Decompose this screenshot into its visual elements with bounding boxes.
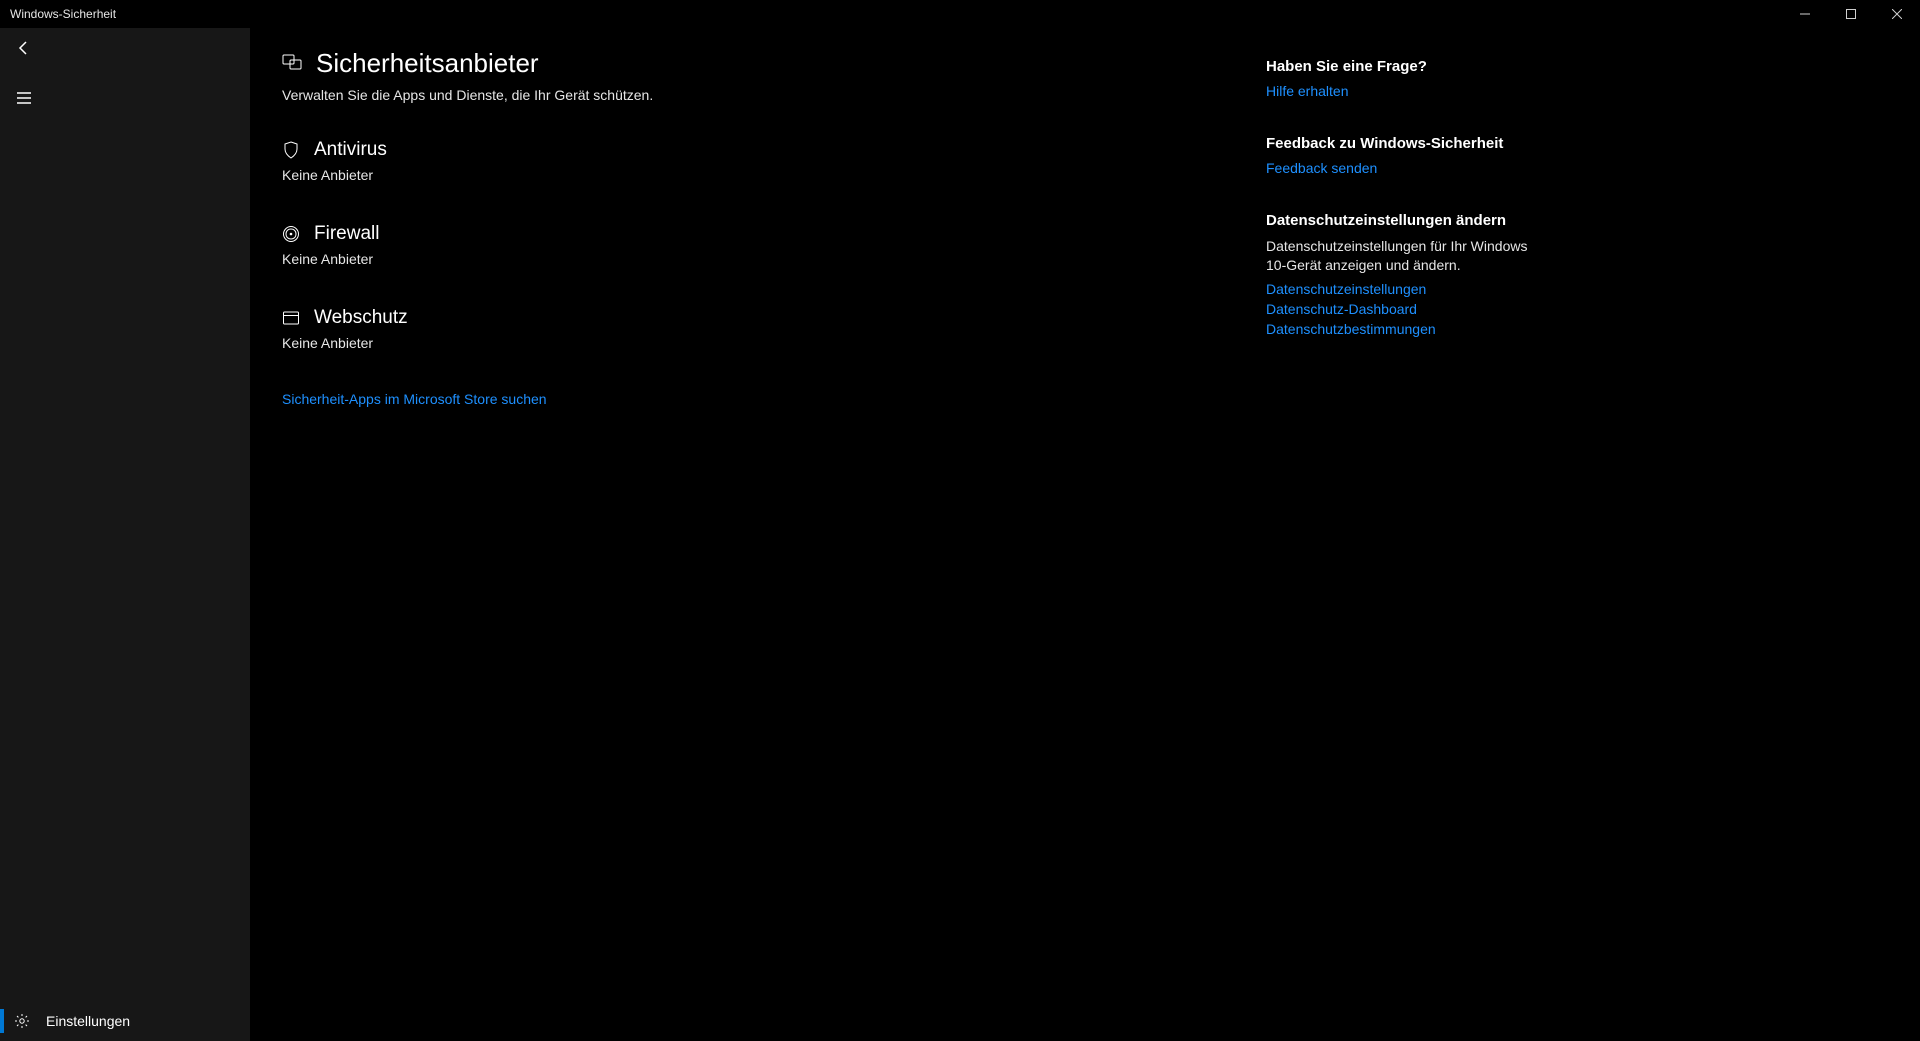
section-webprotection: Webschutz Keine Anbieter [282,307,1242,351]
section-title: Firewall [314,223,379,245]
rail-feedback: Feedback zu Windows-Sicherheit Feedback … [1266,135,1542,176]
providers-icon [282,52,302,75]
privacy-dashboard-link[interactable]: Datenschutz-Dashboard [1266,301,1542,317]
section-status: Keine Anbieter [282,167,1242,183]
window-title: Windows-Sicherheit [10,7,116,21]
section-antivirus: Antivirus Keine Anbieter [282,139,1242,183]
main-column: Sicherheitsanbieter Verwalten Sie die Ap… [282,48,1242,1041]
rail-heading: Feedback zu Windows-Sicherheit [1266,135,1542,152]
hamburger-button[interactable] [0,78,48,118]
right-rail: Haben Sie eine Frage? Hilfe erhalten Fee… [1242,48,1542,1041]
rail-heading: Datenschutzeinstellungen ändern [1266,212,1542,229]
content-area: Sicherheitsanbieter Verwalten Sie die Ap… [250,28,1920,1041]
section-status: Keine Anbieter [282,251,1242,267]
sidebar-item-label: Einstellungen [46,1013,130,1029]
rail-privacy: Datenschutzeinstellungen ändern Datensch… [1266,212,1542,337]
store-search-link[interactable]: Sicherheit-Apps im Microsoft Store suche… [282,391,1242,407]
section-status: Keine Anbieter [282,335,1242,351]
close-button[interactable] [1874,0,1920,28]
back-button[interactable] [0,28,48,68]
feedback-link[interactable]: Feedback senden [1266,160,1542,176]
minimize-button[interactable] [1782,0,1828,28]
maximize-button[interactable] [1828,0,1874,28]
browser-icon [282,309,300,327]
page-title: Sicherheitsanbieter [316,48,539,79]
section-firewall: Firewall Keine Anbieter [282,223,1242,267]
rail-heading: Haben Sie eine Frage? [1266,58,1542,75]
privacy-settings-link[interactable]: Datenschutzeinstellungen [1266,281,1542,297]
shield-icon [282,141,300,159]
rail-text: Datenschutzeinstellungen für Ihr Windows… [1266,237,1542,275]
gear-icon [14,1013,30,1029]
privacy-statement-link[interactable]: Datenschutzbestimmungen [1266,321,1542,337]
section-title: Webschutz [314,307,408,329]
section-title: Antivirus [314,139,387,161]
page-subtitle: Verwalten Sie die Apps und Dienste, die … [282,87,1242,103]
titlebar: Windows-Sicherheit [0,0,1920,28]
window-controls [1782,0,1920,28]
sidebar: Einstellungen [0,28,250,1041]
network-icon [282,225,300,243]
help-link[interactable]: Hilfe erhalten [1266,83,1542,99]
sidebar-item-settings[interactable]: Einstellungen [0,1001,250,1041]
rail-help: Haben Sie eine Frage? Hilfe erhalten [1266,58,1542,99]
